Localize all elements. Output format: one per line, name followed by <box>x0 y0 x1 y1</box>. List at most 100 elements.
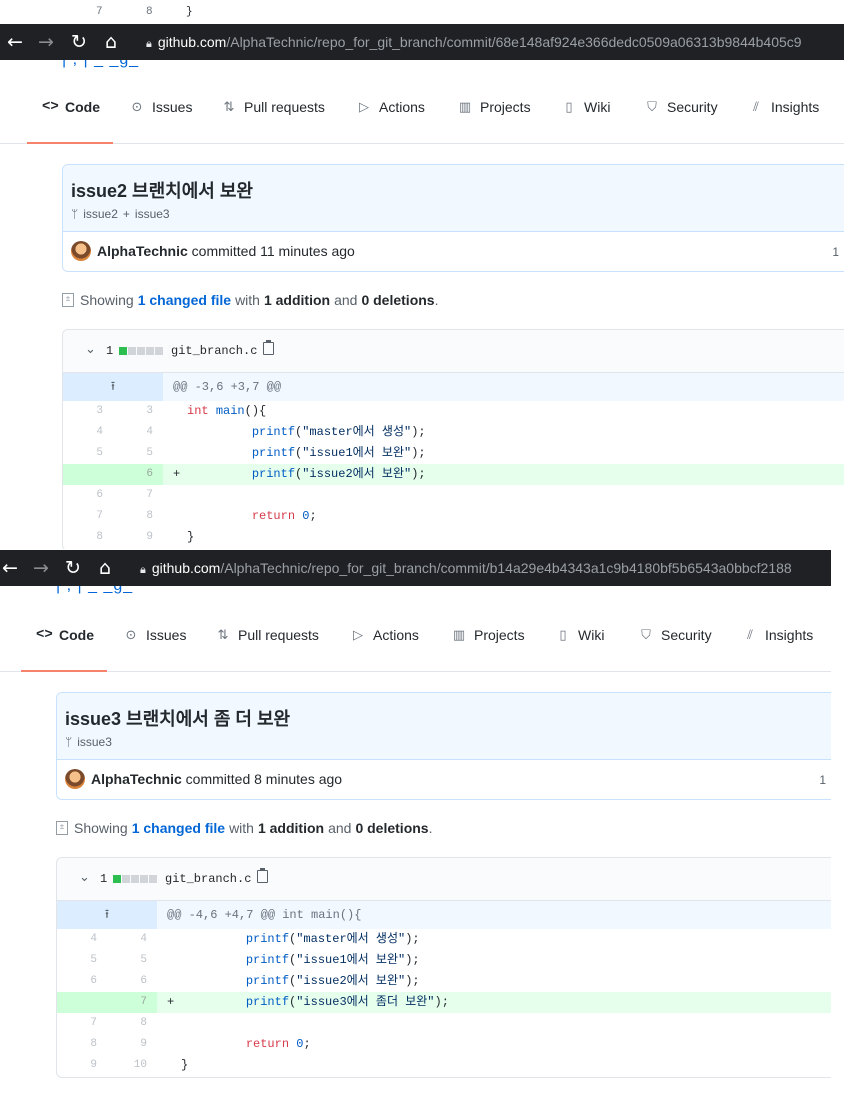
new-line-number[interactable]: 7 <box>117 485 153 506</box>
reload-icon[interactable]: ↻ <box>66 24 92 60</box>
file-name-link[interactable]: git_branch.c <box>165 872 251 886</box>
code-token: ; <box>303 1037 311 1051</box>
tab-pull-requests[interactable]: ⇅ Pull requests <box>215 599 319 671</box>
old-line-number[interactable]: 3 <box>67 401 103 422</box>
clipboard-icon[interactable] <box>263 340 274 355</box>
author-link[interactable]: AlphaTechnic <box>91 771 182 787</box>
diffstat-neutral-block <box>155 347 163 355</box>
code-token: printf <box>245 995 290 1009</box>
code-token: } <box>187 530 195 544</box>
new-line-number[interactable]: 3 <box>117 401 153 422</box>
chevron-down-icon[interactable]: ⌄ <box>79 870 90 885</box>
lock-icon[interactable]: 🔒︎ <box>140 552 146 588</box>
new-line-number[interactable]: 9 <box>111 1034 147 1055</box>
tab-actions[interactable]: ▷ Actions <box>350 599 419 671</box>
tab-wiki[interactable]: ▯ Wiki <box>561 71 610 143</box>
new-line-number[interactable]: 9 <box>117 527 153 548</box>
tab-insights[interactable]: ⫽ Insights <box>742 599 813 671</box>
avatar[interactable] <box>71 241 91 261</box>
tab-issues[interactable]: ⊙ Issues <box>129 71 193 143</box>
diff-line: 78 <box>57 1013 831 1034</box>
lock-icon[interactable]: 🔒︎ <box>146 26 152 62</box>
shield-icon: ⛉ <box>647 99 657 115</box>
project-icon: ▥ <box>452 627 466 643</box>
old-line-number[interactable]: 4 <box>61 929 97 950</box>
new-line-number[interactable]: 10 <box>111 1055 147 1076</box>
new-line-number[interactable]: 4 <box>111 929 147 950</box>
new-line-number[interactable]: 7 <box>111 992 147 1013</box>
new-line-number[interactable]: 4 <box>117 422 153 443</box>
new-line-number[interactable]: 5 <box>117 443 153 464</box>
old-line-number[interactable]: 5 <box>67 443 103 464</box>
new-line-number[interactable]: 5 <box>111 950 147 971</box>
branch-link[interactable]: issue3 <box>135 207 170 221</box>
old-line-number[interactable]: 7 <box>61 1013 97 1034</box>
tab-code[interactable]: <> Code <box>42 71 100 143</box>
forward-arrow-icon[interactable]: → <box>33 24 59 60</box>
home-icon[interactable]: ⌂ <box>92 550 118 586</box>
old-line-number[interactable]: 6 <box>67 485 103 506</box>
back-arrow-icon[interactable]: ← <box>2 24 28 60</box>
back-arrow-icon[interactable]: ← <box>0 550 23 586</box>
avatar[interactable] <box>65 769 85 789</box>
chevron-down-icon[interactable]: ⌄ <box>85 342 96 357</box>
author-link[interactable]: AlphaTechnic <box>97 243 188 259</box>
new-line-number: 8 <box>146 6 153 18</box>
commit-author-line: AlphaTechnic committed 11 minutes ago <box>97 243 355 259</box>
tab-wiki[interactable]: ▯ Wiki <box>555 599 604 671</box>
old-line-number[interactable]: 6 <box>61 971 97 992</box>
repo-nav-tabs: <> Code ⊙ Issues ⇅ Pull requests ▷ Actions ▥… <box>0 599 831 672</box>
code-token: printf <box>245 932 290 946</box>
shield-icon: ⛉ <box>641 627 651 643</box>
new-line-number[interactable]: 6 <box>117 464 153 485</box>
old-line-number[interactable]: 8 <box>61 1034 97 1055</box>
url-field[interactable]: 🔒︎ github.com/AlphaTechnic/repo_for_git_b… <box>146 24 802 60</box>
diff-line: 66 printf("issue2에서 보완"); <box>57 971 831 992</box>
old-line-number[interactable]: 5 <box>61 950 97 971</box>
changed-files-link[interactable]: 1 changed file <box>132 820 225 836</box>
changed-lines-count: 1 <box>106 344 114 358</box>
branch-link[interactable]: issue2 <box>83 207 118 221</box>
tab-actions[interactable]: ▷ Actions <box>356 71 425 143</box>
tab-label: Wiki <box>578 627 605 643</box>
new-line-number[interactable]: 8 <box>111 1013 147 1034</box>
tab-pull-requests[interactable]: ⇅ Pull requests <box>221 71 325 143</box>
forward-arrow-icon[interactable]: → <box>28 550 54 586</box>
old-line-number[interactable]: 9 <box>61 1055 97 1076</box>
expand-up-icon[interactable]: ⭱ <box>63 373 163 401</box>
diffstat-neutral-block <box>140 875 148 883</box>
code-token: printf <box>251 467 296 481</box>
branch-link[interactable]: issue3 <box>77 735 112 749</box>
parent-count: 1 <box>819 773 826 787</box>
new-line-number[interactable]: 6 <box>111 971 147 992</box>
tab-label: Pull requests <box>238 627 319 643</box>
old-line-number[interactable]: 7 <box>67 506 103 527</box>
tab-code[interactable]: <> Code <box>36 599 94 671</box>
git-branch-icon: ᛘ <box>65 735 73 749</box>
diff-summary: ± Showing 1 changed file with 1 addition… <box>56 820 432 836</box>
home-icon[interactable]: ⌂ <box>98 24 124 60</box>
old-line-number[interactable]: 8 <box>67 527 103 548</box>
tab-projects[interactable]: ▥ Projects <box>451 599 525 671</box>
tab-security[interactable]: ⛉ Security <box>638 599 711 671</box>
screenshot-commit-issue2: 7 8 } ← → ↻ ⌂ 🔒︎ github.com/AlphaTechnic/… <box>0 0 844 549</box>
code-token: printf <box>251 425 296 439</box>
tab-insights[interactable]: ⫽ Insights <box>748 71 819 143</box>
expand-up-icon[interactable]: ⭱ <box>57 901 157 929</box>
new-line-number[interactable]: 8 <box>117 506 153 527</box>
code-text: } <box>181 1055 188 1076</box>
diff-sign: + <box>173 467 181 481</box>
selected-tab-underline <box>21 670 107 672</box>
file-name-link[interactable]: git_branch.c <box>171 344 257 358</box>
tab-issues[interactable]: ⊙ Issues <box>123 599 187 671</box>
tab-projects[interactable]: ▥ Projects <box>457 71 531 143</box>
changed-lines-count: 1 <box>100 872 108 886</box>
commit-branches: ᛘ issue3 <box>65 735 112 749</box>
old-line-number[interactable]: 4 <box>67 422 103 443</box>
previous-diff-fragment: 7 8 } <box>62 0 844 24</box>
clipboard-icon[interactable] <box>257 868 268 883</box>
reload-icon[interactable]: ↻ <box>60 550 86 586</box>
tab-security[interactable]: ⛉ Security <box>644 71 717 143</box>
changed-files-link[interactable]: 1 changed file <box>138 292 231 308</box>
url-field[interactable]: 🔒︎ github.com/AlphaTechnic/repo_for_git_b… <box>140 550 792 586</box>
